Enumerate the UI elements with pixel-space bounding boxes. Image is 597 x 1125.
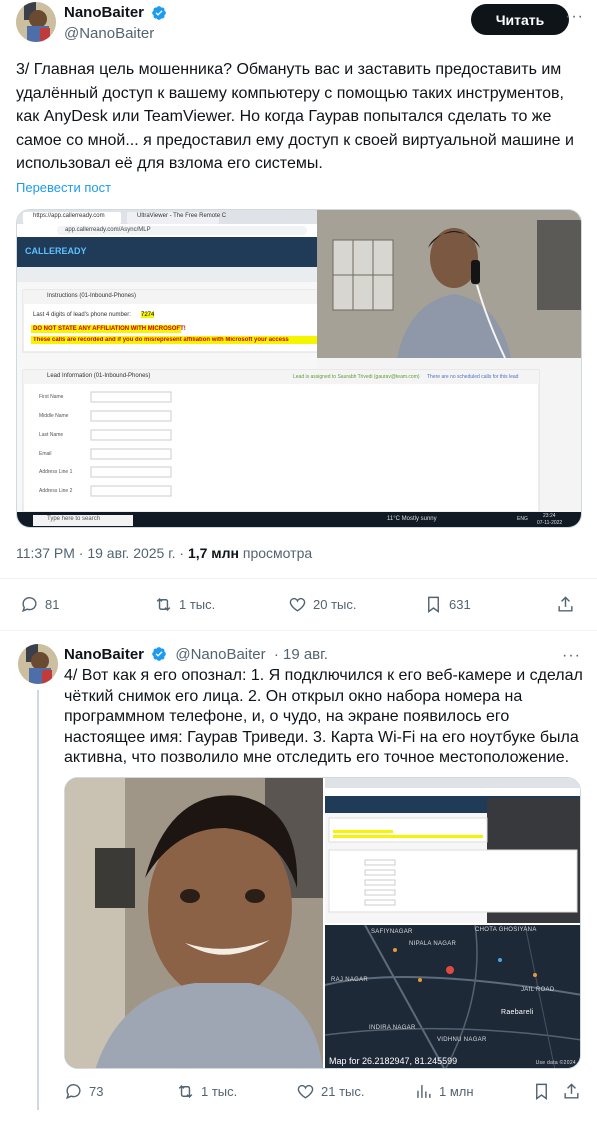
translate-post-link[interactable]: Перевести пост [16,180,111,195]
like-count: 21 тыс. [321,1084,365,1099]
webcam-image [65,778,323,1068]
view-count: 1 млн [439,1084,474,1099]
repost-count: 1 тыс. [201,1084,238,1099]
bookmark-button[interactable] [532,1082,557,1101]
share-button[interactable] [562,1082,587,1101]
map-label: JAIL ROAD [521,987,555,993]
heart-icon [297,1084,314,1099]
repost-icon [178,1084,193,1099]
heart-icon [289,597,306,612]
last4-value: 7274 [141,312,155,318]
map-label: SAFIYNAGAR [371,929,413,935]
tab-label-1: https://app.callerready.com [33,213,105,219]
taskbar-search: Type here to search [47,516,101,522]
post2-header: NanoBaiter @NanoBaiter · 19 авг. [64,645,328,663]
map-label: VIDHNU NAGAR [437,1037,487,1043]
field-label: Email [39,451,52,457]
map-label: RAJ NAGAR [331,977,369,983]
reply-count: 73 [89,1084,104,1099]
app-logo: CALLEREADY [25,246,87,256]
bookmark-count: 631 [449,597,471,612]
post-date[interactable]: · 19 авг. [274,646,328,663]
map-label: CHOTA GHOSIYANA [475,927,537,933]
bookmark-button[interactable]: 631 [424,595,471,614]
repost-button[interactable]: 1 тыс. [176,1082,237,1101]
more-options-icon[interactable]: ··· [565,8,584,26]
lead-assigned: Lead is assigned to Saurabh Trivedi (gau… [293,374,420,380]
tab-label-2: UltraViewer - The Free Remote C [137,213,227,219]
like-button[interactable]: 20 тыс. [288,595,356,614]
field-label: Middle Name [39,413,69,419]
warning-line-2: These calls are recorded and if you do m… [33,337,289,343]
views-chart-icon [417,1085,431,1098]
verified-badge-icon [152,647,167,661]
last4-label: Last 4 digits of lead's phone number: [33,312,131,318]
repost-count: 1 тыс. [179,597,216,612]
field-label: First Name [39,394,64,400]
follow-button[interactable]: Читать [471,4,569,35]
taskbar-clock: 23:24 [543,513,556,519]
reply-button[interactable]: 81 [20,595,59,614]
avatar-image [16,2,56,42]
reply-count: 81 [45,597,60,612]
map-thumbnail[interactable]: NIPALA NAGAR CHOTA GHOSIYANA INDIRA NAGA… [325,925,580,1068]
map-attribution: Use data ©2024 [535,1060,576,1066]
no-scheduled-calls: There are no scheduled calls for this le… [427,374,519,380]
webcam-photo[interactable] [65,778,323,1068]
thread-line [37,690,39,1110]
map-caption: Map for 26.2182947, 81.245599 [329,1056,458,1066]
divider [0,630,597,631]
post2-actions: 73 1 тыс. 21 тыс. 1 млн [64,1082,584,1106]
views-button[interactable]: 1 млн [414,1082,474,1101]
screenshot-image [17,210,581,527]
avatar-image [18,644,58,684]
repost-icon [156,597,171,612]
taskbar-weather: 11°C Mostly sunny [387,516,437,522]
post1-actions: 81 1 тыс. 20 тыс. 631 [16,595,582,619]
avatar[interactable] [18,644,58,684]
map-label: Raebareli [501,1009,534,1016]
display-name[interactable]: NanoBaiter [64,646,144,663]
field-label: Last Name [39,432,64,438]
post-media-grid: NIPALA NAGAR CHOTA GHOSIYANA INDIRA NAGA… [64,777,581,1069]
field-label: Address Line 1 [39,469,73,475]
divider [0,578,597,579]
field-label: Address Line 2 [39,488,73,494]
post-text: 4/ Вот как я его опознал: 1. Я подключил… [64,667,583,766]
post-text: 3/ Главная цель мошенника? Обмануть вас … [16,61,574,173]
reply-icon [21,597,37,613]
taskbar-date: 07-11-2022 [537,520,563,526]
handle[interactable]: @NanoBaiter [64,25,167,42]
address-bar: app.callerready.com/Async/MLP [65,227,151,233]
view-label: просмотра [242,545,313,561]
avatar[interactable] [16,2,56,42]
share-icon [558,596,573,612]
view-count: 1,7 млн [187,545,240,561]
post1-header: NanoBaiter @NanoBaiter Читать ··· [14,0,584,46]
post-meta: 11:37 PM · 19 авг. 2025 г. · 1,7 млн про… [16,545,312,561]
like-button[interactable]: 21 тыс. [296,1082,364,1101]
repost-button[interactable]: 1 тыс. [154,595,215,614]
like-count: 20 тыс. [313,597,357,612]
share-icon [564,1083,579,1099]
bookmark-icon [536,1083,547,1101]
bookmark-icon [428,596,439,614]
screenshot-thumbnail[interactable] [325,778,580,923]
reply-button[interactable]: 73 [64,1082,103,1101]
lead-info-title: Lead Information (01-Inbound-Phones) [47,373,151,379]
share-button[interactable] [556,595,581,614]
instructions-title: Instructions (01-Inbound-Phones) [47,293,137,299]
map-label: INDIRA NAGAR [369,1025,416,1031]
verified-badge-icon [152,5,167,20]
taskbar-lang: ENG [517,516,528,522]
map-label: NIPALA NAGAR [409,941,457,947]
handle[interactable]: @NanoBaiter [175,646,265,663]
more-options-icon[interactable]: ··· [562,647,581,665]
post-media-screenshot[interactable]: https://app.callerready.com UltraViewer … [16,209,582,528]
screenshot-image [325,778,580,923]
warning-line-1: DO NOT STATE ANY AFFILIATION WITH MICROS… [33,326,186,332]
reply-icon [65,1084,81,1100]
display-name[interactable]: NanoBaiter [64,4,144,21]
post-time[interactable]: 11:37 PM · 19 авг. 2025 г. · [16,545,188,561]
